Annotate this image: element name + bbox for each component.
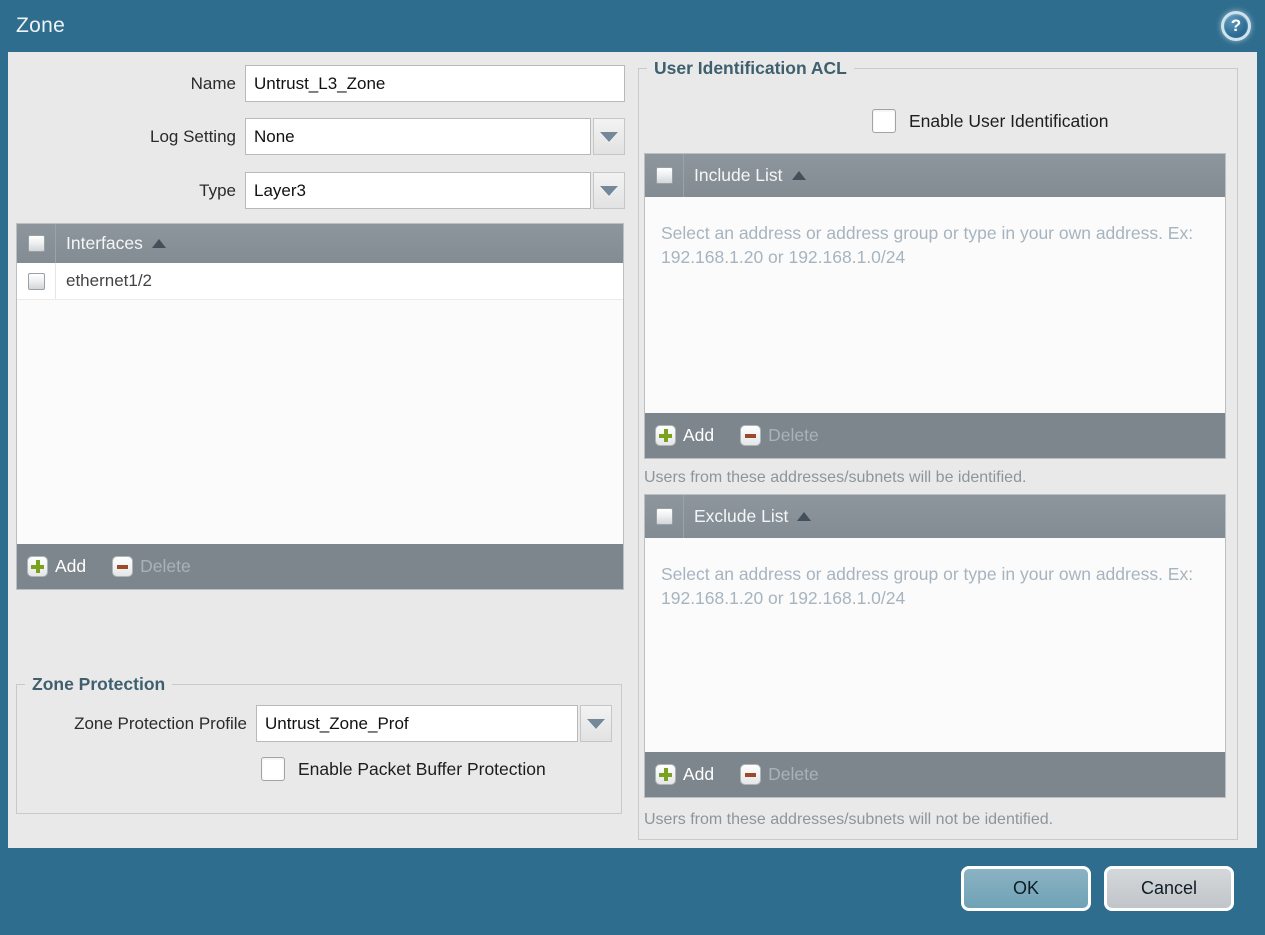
delete-label: Delete — [140, 556, 191, 576]
include-list-table: Include List Select an address or addres… — [644, 153, 1226, 459]
select-all-checkbox[interactable] — [655, 508, 673, 525]
delete-button[interactable]: Delete — [112, 556, 191, 577]
user-identification-legend: User Identification ACL — [647, 58, 854, 79]
add-label: Add — [55, 556, 87, 576]
include-list-placeholder: Select an address or address group or ty… — [661, 223, 1194, 268]
user-identification-fieldset: User Identification ACL Enable User Iden… — [638, 58, 1238, 840]
interfaces-table-body: ethernet1/2 — [17, 263, 623, 544]
exclude-list-body[interactable]: Select an address or address group or ty… — [645, 538, 1225, 752]
type-input[interactable] — [245, 172, 591, 209]
add-label: Add — [683, 425, 715, 445]
sort-ascending-icon[interactable] — [797, 512, 812, 521]
name-row: Name — [8, 65, 625, 102]
delete-button[interactable]: Delete — [740, 425, 819, 446]
exclude-list-column-header[interactable]: Exclude List — [694, 506, 788, 527]
interfaces-header-checkbox-cell — [17, 224, 56, 263]
zone-protection-profile-row: Zone Protection Profile — [25, 705, 612, 742]
chevron-down-icon — [587, 718, 605, 729]
delete-label: Delete — [768, 425, 819, 445]
log-setting-combo — [245, 118, 625, 155]
log-setting-input[interactable] — [245, 118, 591, 155]
ok-button[interactable]: OK — [961, 866, 1091, 911]
row-checkbox[interactable] — [27, 272, 45, 290]
include-list-column-header[interactable]: Include List — [694, 165, 783, 186]
enable-user-id-checkbox[interactable] — [872, 109, 896, 133]
packet-buffer-label: Enable Packet Buffer Protection — [298, 758, 546, 779]
add-icon — [655, 764, 676, 785]
type-label: Type — [199, 180, 236, 200]
chevron-down-icon — [600, 185, 618, 196]
enable-user-id-row: Enable User Identification — [872, 109, 1108, 133]
exclude-list-caption: Users from these addresses/subnets will … — [644, 811, 1054, 828]
log-setting-dropdown-button[interactable] — [593, 118, 625, 155]
chevron-down-icon — [600, 131, 618, 142]
table-row[interactable]: ethernet1/2 — [17, 263, 623, 300]
add-button[interactable]: Add — [655, 425, 714, 446]
sort-ascending-icon[interactable] — [151, 239, 166, 248]
delete-label: Delete — [768, 764, 819, 784]
zone-protection-legend: Zone Protection — [25, 674, 173, 695]
include-header-checkbox-cell — [645, 154, 684, 197]
packet-buffer-checkbox[interactable] — [261, 757, 285, 781]
delete-icon — [740, 425, 762, 446]
interfaces-table: Interfaces ethernet1/2 Add Delete — [16, 223, 624, 590]
include-list-body[interactable]: Select an address or address group or ty… — [645, 197, 1225, 413]
add-button[interactable]: Add — [655, 764, 714, 785]
include-list-header: Include List — [645, 154, 1225, 197]
zone-dialog-window: Zone ? Name Log Setting Type — [0, 0, 1265, 935]
type-row: Type — [8, 172, 625, 209]
interfaces-table-header: Interfaces — [17, 224, 623, 263]
row-checkbox-cell — [17, 263, 56, 299]
cancel-button[interactable]: Cancel — [1104, 866, 1234, 911]
interface-name: ethernet1/2 — [66, 271, 153, 290]
type-combo — [245, 172, 625, 209]
delete-button[interactable]: Delete — [740, 764, 819, 785]
interfaces-table-footer: Add Delete — [17, 544, 623, 589]
include-list-caption: Users from these addresses/subnets will … — [644, 469, 1027, 486]
type-dropdown-button[interactable] — [593, 172, 625, 209]
add-icon — [27, 556, 48, 577]
select-all-checkbox[interactable] — [655, 167, 673, 184]
interfaces-column-header[interactable]: Interfaces — [66, 233, 143, 254]
delete-icon — [112, 556, 134, 577]
exclude-header-checkbox-cell — [645, 495, 684, 538]
help-icon[interactable]: ? — [1221, 11, 1251, 41]
zone-protection-profile-input[interactable] — [256, 705, 578, 742]
zone-protection-profile-combo — [256, 705, 612, 742]
dialog-titlebar: Zone ? — [0, 0, 1265, 52]
add-icon — [655, 425, 676, 446]
log-setting-row: Log Setting — [8, 118, 625, 155]
dialog-title: Zone — [16, 14, 66, 37]
zone-protection-profile-label: Zone Protection Profile — [74, 713, 247, 733]
log-setting-label: Log Setting — [149, 126, 236, 146]
zone-protection-profile-dropdown-button[interactable] — [580, 705, 612, 742]
delete-icon — [740, 764, 762, 785]
dialog-body: Name Log Setting Type — [8, 52, 1257, 848]
add-label: Add — [683, 764, 715, 784]
add-button[interactable]: Add — [27, 556, 86, 577]
select-all-checkbox[interactable] — [27, 235, 45, 252]
packet-buffer-row: Enable Packet Buffer Protection — [261, 757, 546, 781]
exclude-list-placeholder: Select an address or address group or ty… — [661, 564, 1194, 609]
exclude-list-footer: Add Delete — [645, 752, 1225, 797]
zone-protection-fieldset: Zone Protection Zone Protection Profile … — [16, 674, 622, 814]
name-label: Name — [190, 73, 236, 93]
include-list-footer: Add Delete — [645, 413, 1225, 458]
exclude-list-header: Exclude List — [645, 495, 1225, 538]
sort-ascending-icon[interactable] — [791, 171, 806, 180]
name-input[interactable] — [245, 65, 625, 102]
enable-user-id-label: Enable User Identification — [909, 110, 1109, 131]
exclude-list-table: Exclude List Select an address or addres… — [644, 494, 1226, 798]
